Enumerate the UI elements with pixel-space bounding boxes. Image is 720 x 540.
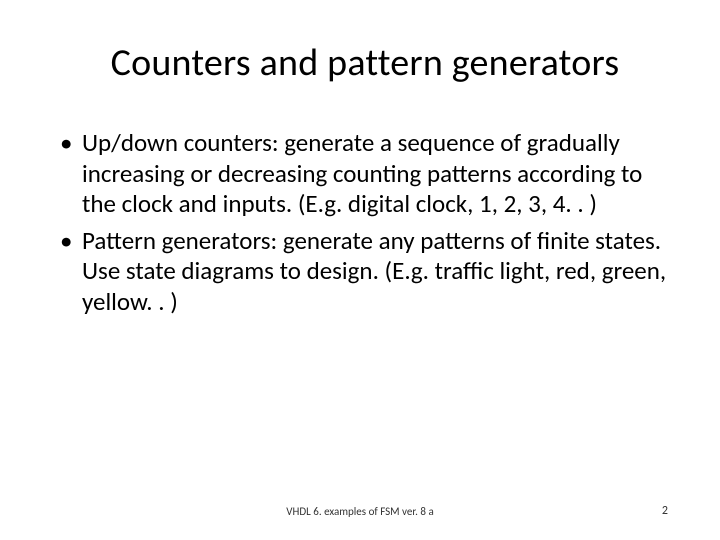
- list-item: Pattern generators: generate any pattern…: [60, 226, 670, 318]
- page-title: Counters and pattern generators: [60, 40, 670, 86]
- footer-center: VHDL 6. examples of FSM ver. 8 a: [0, 505, 720, 518]
- footer-page-number: 2: [662, 504, 668, 518]
- slide: Counters and pattern generators Up/down …: [0, 0, 720, 540]
- bullet-list: Up/down counters: generate a sequence of…: [60, 128, 670, 317]
- list-item: Up/down counters: generate a sequence of…: [60, 128, 670, 220]
